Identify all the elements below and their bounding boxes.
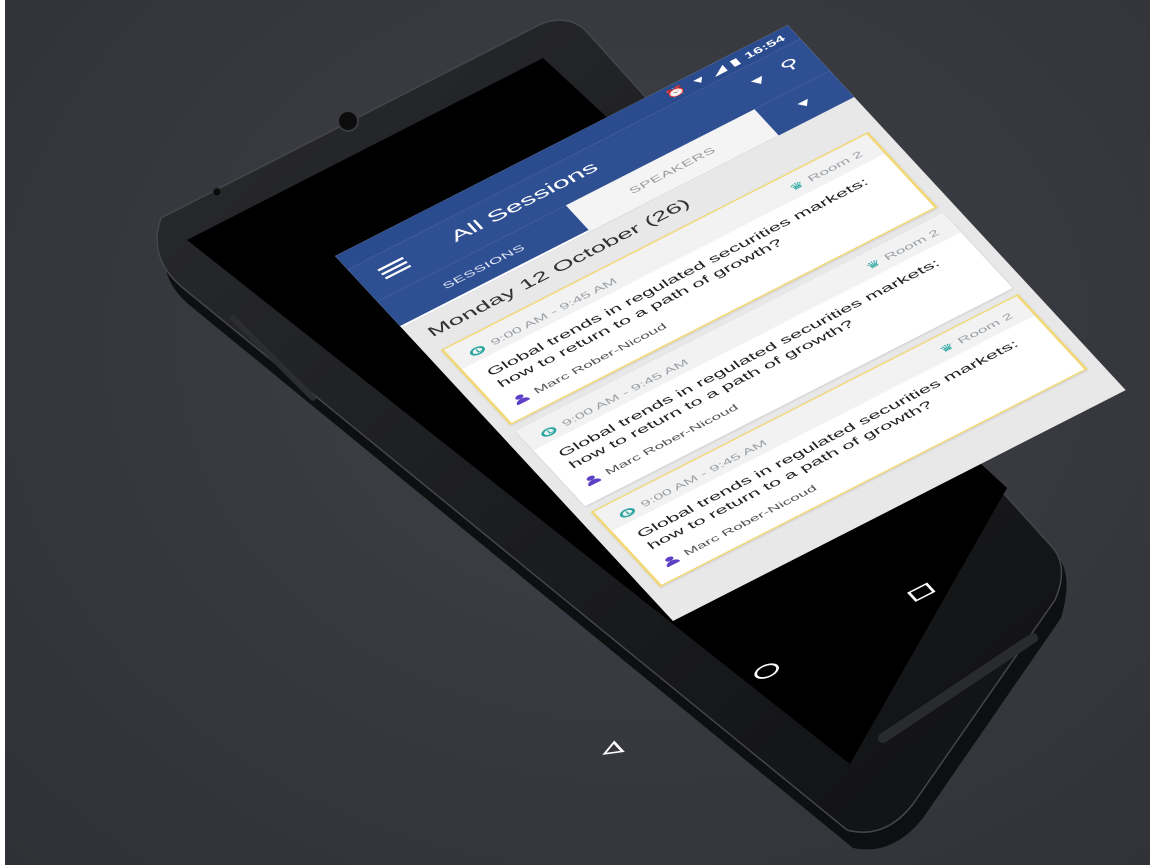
chevron-down-icon: ▼ (791, 94, 818, 113)
dropdown-arrow-icon[interactable]: ▾ (747, 72, 769, 90)
speaker-icon (583, 473, 602, 486)
backdrop: ⏰ ▼ ◢ ▮ 16:54 All Sessions ▾ ⚲ SESSIONS (5, 0, 1150, 865)
hamburger-menu-icon[interactable] (377, 256, 412, 280)
battery-icon: ▮ (727, 56, 743, 69)
search-icon[interactable]: ⚲ (776, 54, 804, 74)
signal-icon: ◢ (709, 63, 729, 78)
speaker-icon (511, 392, 530, 405)
speaker-icon (661, 554, 680, 567)
